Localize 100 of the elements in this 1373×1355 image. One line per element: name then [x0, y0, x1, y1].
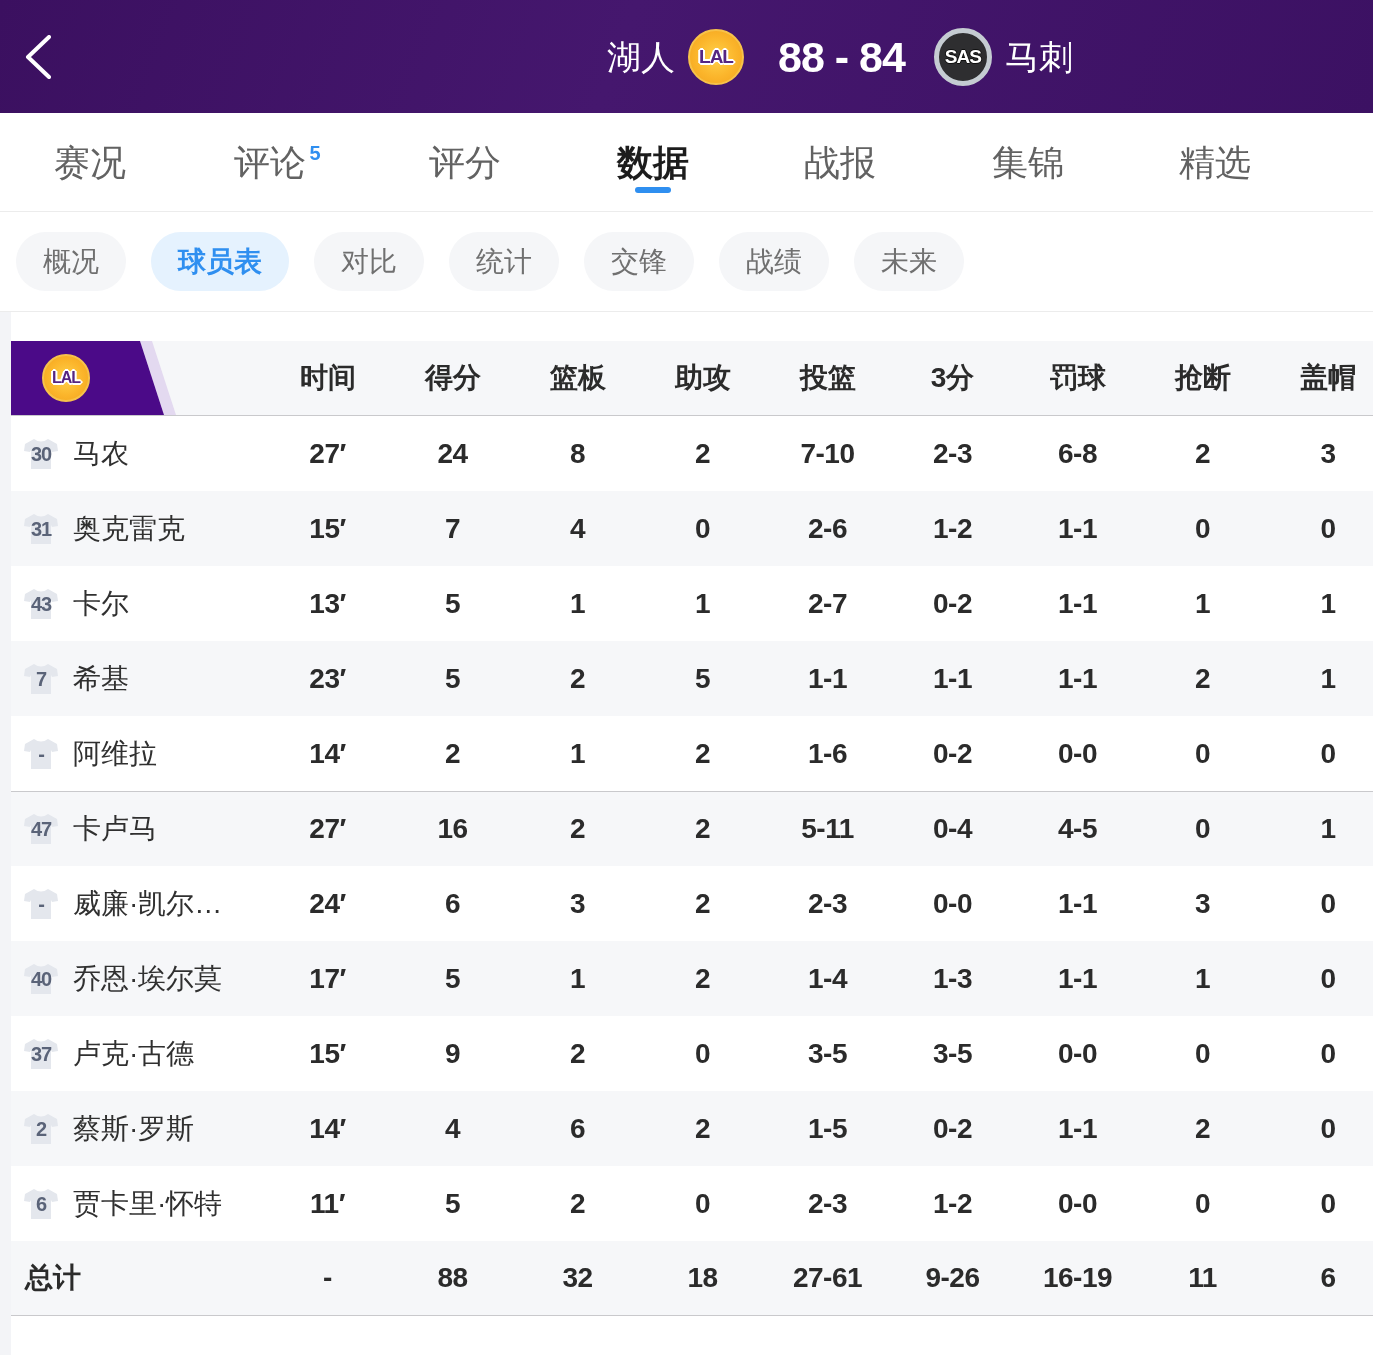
- back-icon[interactable]: [25, 34, 51, 79]
- stat-cell-text: 2: [568, 1186, 587, 1221]
- stat-cell-text: 2: [568, 661, 587, 696]
- sub-tab[interactable]: 战绩: [719, 232, 829, 291]
- tab[interactable]: 精选: [1125, 113, 1305, 211]
- stat-cell-text: 2-3: [932, 436, 973, 471]
- stat-cell-text: 1: [1319, 812, 1337, 846]
- sub-tab[interactable]: 统计: [449, 232, 559, 291]
- stat-cell-text: 0: [1319, 1036, 1337, 1071]
- column-header: 罚球: [1048, 361, 1107, 395]
- stat-cell-text: 15′: [308, 511, 347, 546]
- stat-cell-text: 3: [1193, 886, 1212, 921]
- stat-cell-text: 3-5: [807, 1036, 848, 1071]
- column-header: 3分: [929, 361, 976, 395]
- sub-tab[interactable]: 概况: [16, 232, 126, 291]
- stat-cell-text: 2-7: [807, 586, 848, 621]
- stat-cell-text: 1: [568, 736, 587, 771]
- stat-cell-text: 0: [693, 1186, 712, 1221]
- jersey-icon: [24, 438, 58, 469]
- stat-cell-text: 27-61: [791, 1261, 864, 1295]
- stat-cell-text: 4-5: [1057, 812, 1098, 846]
- stat-cell-text: 0: [693, 511, 712, 546]
- team-name: 湖人: [607, 36, 675, 77]
- stat-cell-text: 2: [693, 886, 712, 921]
- tab[interactable]: 集锦: [937, 113, 1118, 211]
- stat-cell-text: 2: [443, 736, 462, 771]
- player-name: 卡卢马: [73, 812, 157, 846]
- jersey-number: 47: [30, 818, 52, 840]
- stat-cell-text: 0: [1193, 736, 1212, 771]
- player-name: 卢克·古德: [73, 1036, 195, 1071]
- stat-cell-text: 2: [693, 736, 712, 771]
- stat-cell-text: 5: [443, 1186, 462, 1221]
- stat-cell-text: 5-11: [800, 812, 855, 846]
- stat-cell-text: 9-26: [924, 1261, 981, 1295]
- stat-cell-text: 8: [568, 436, 587, 471]
- jersey-number: 7: [35, 667, 47, 690]
- stat-cell-text: 27′: [308, 436, 347, 471]
- stat-cell-text: 11′: [309, 1186, 346, 1221]
- tab[interactable]: 战报: [750, 113, 930, 211]
- jersey-icon: [24, 738, 58, 769]
- score: 88 - 84: [778, 31, 905, 82]
- stat-cell-text: 88: [436, 1261, 469, 1295]
- stat-cell-text: 0: [1319, 886, 1337, 921]
- jersey-number: 40: [30, 967, 52, 990]
- team-name: 马刺: [1004, 36, 1073, 77]
- stat-cell-text: 7: [443, 511, 462, 546]
- stat-cell-text: 0-2: [932, 736, 973, 771]
- column-header: 抢断: [1173, 361, 1232, 395]
- team-logo: SAS: [933, 27, 992, 86]
- player-name: 蔡斯·罗斯: [73, 1111, 195, 1146]
- sub-tab[interactable]: 对比: [314, 232, 424, 291]
- column-header: 得分: [423, 361, 482, 395]
- stat-cell-text: 13′: [308, 586, 347, 621]
- stat-cell-text: 0: [1319, 961, 1337, 996]
- stat-cell-text: 0: [693, 1036, 712, 1071]
- stat-cell-text: 1-5: [807, 1111, 848, 1146]
- stat-cell-text: 0: [1193, 511, 1212, 546]
- jersey-icon: [24, 888, 58, 919]
- stat-cell-text: 17′: [308, 961, 347, 996]
- stat-cell-text: 0-0: [1057, 1186, 1098, 1221]
- player-name: 乔恩·埃尔莫: [73, 961, 223, 996]
- jersey-icon: [24, 1188, 58, 1219]
- player-name: 希基: [73, 661, 129, 696]
- stat-cell-text: 1-1: [1057, 961, 1098, 996]
- stat-cell-text: 0: [1193, 1186, 1212, 1221]
- stat-cell-text: 2-3: [807, 1186, 848, 1221]
- player-name: 贾卡里·怀特: [73, 1186, 223, 1221]
- stat-cell-text: 1-2: [932, 1186, 973, 1221]
- stat-cell-text: 4: [568, 511, 587, 546]
- stat-cell-text: 2: [1193, 661, 1212, 696]
- stat-cell-text: 3-5: [932, 1036, 973, 1071]
- jersey-number: 30: [30, 442, 52, 465]
- stat-cell-text: 27′: [308, 812, 347, 846]
- stat-cell-text: 5: [443, 586, 462, 621]
- stat-cell-text: 15′: [308, 1036, 347, 1071]
- stat-cell-text: 9: [443, 1036, 462, 1071]
- tab[interactable]: 数据: [562, 113, 743, 211]
- jersey-icon: [24, 1038, 58, 1069]
- stat-cell-text: 6: [1319, 1261, 1337, 1295]
- stat-cell-text: 6-8: [1057, 436, 1098, 471]
- stat-cell-text: 1: [568, 586, 587, 621]
- stat-cell-text: 1-1: [1057, 586, 1098, 621]
- tab[interactable]: 评分: [375, 113, 555, 211]
- sub-tab[interactable]: 未来: [854, 232, 964, 291]
- tab[interactable]: 赛况: [0, 113, 180, 211]
- stat-cell-text: 0: [1193, 1036, 1212, 1071]
- stat-cell-text: 3: [568, 886, 587, 921]
- stat-cell-text: 0: [1193, 812, 1212, 846]
- jersey-number: 31: [30, 517, 52, 540]
- stat-cell-text: 0-0: [1057, 736, 1098, 771]
- stat-cell-text: 2: [693, 961, 712, 996]
- stat-cell-text: 1-6: [807, 736, 848, 771]
- stat-cell-text: 11: [1187, 1261, 1218, 1295]
- sub-tab[interactable]: 交锋: [584, 232, 694, 291]
- jersey-number: 43: [30, 592, 52, 615]
- stat-cell-text: 0-4: [932, 812, 974, 846]
- stat-cell-text: 0: [1319, 1111, 1337, 1146]
- column-header: 篮板: [548, 361, 607, 395]
- column-header: 时间: [298, 361, 357, 395]
- jersey-icon: [24, 588, 58, 619]
